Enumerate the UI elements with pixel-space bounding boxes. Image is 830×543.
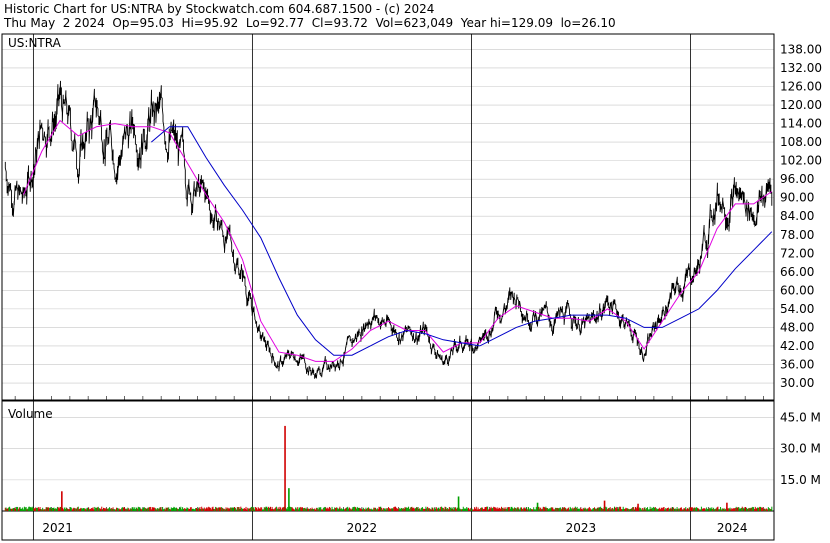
- price-tick-label: 54.00: [780, 302, 814, 316]
- price-tick-label: 42.00: [780, 339, 814, 353]
- long-moving-average-line: [150, 126, 773, 356]
- price-panel-label: US:NTRA: [8, 36, 62, 50]
- price-tick-label: 138.00: [780, 42, 822, 56]
- grid: [2, 34, 774, 540]
- volume-tick-label: 15.0 M: [780, 473, 821, 487]
- price-tick-label: 132.00: [780, 61, 822, 75]
- price-tick-label: 108.00: [780, 135, 822, 149]
- price-tick-label: 72.00: [780, 246, 814, 260]
- volume-tick-label: 30.0 M: [780, 442, 821, 456]
- price-tick-label: 114.00: [780, 117, 822, 131]
- price-tick-label: 78.00: [780, 228, 814, 242]
- price-tick-label: 66.00: [780, 265, 814, 279]
- short-moving-average-line: [23, 119, 773, 362]
- volume-tick-label: 45.0 M: [780, 411, 821, 425]
- price-tick-label: 120.00: [780, 98, 822, 112]
- price-tick-label: 60.00: [780, 283, 814, 297]
- price-tick-label: 84.00: [780, 209, 814, 223]
- price-axis: 30.00 36.00 42.00 48.00 54.00 60.00 66.00 72.00…: [780, 42, 822, 390]
- price-tick-label: 36.00: [780, 357, 814, 371]
- volume-panel-label: Volume: [8, 407, 53, 421]
- year-label: 2023: [566, 521, 597, 535]
- price-tick-label: 90.00: [780, 191, 814, 205]
- close-price-line: [4, 80, 773, 379]
- price-panel-frame: [1, 33, 775, 401]
- price-tick-label: 96.00: [780, 172, 814, 186]
- time-axis-frame: [1, 510, 775, 541]
- price-tick-label: 126.00: [780, 80, 822, 94]
- stock-chart: 30.00 36.00 42.00 48.00 54.00 60.00 66.00 72.00…: [1, 33, 822, 541]
- volume-axis: 15.0 M 30.0 M 45.0 M: [780, 411, 821, 487]
- price-tick-label: 48.00: [780, 320, 814, 334]
- year-label: 2021: [42, 521, 73, 535]
- price-tick-label: 102.00: [780, 154, 822, 168]
- price-tick-label: 30.00: [780, 376, 814, 390]
- year-label: 2022: [347, 521, 378, 535]
- time-axis: 2021 2022 2023 2024: [42, 521, 747, 535]
- year-label: 2024: [717, 521, 748, 535]
- price-series: [4, 80, 773, 379]
- volume-bars: [4, 425, 773, 511]
